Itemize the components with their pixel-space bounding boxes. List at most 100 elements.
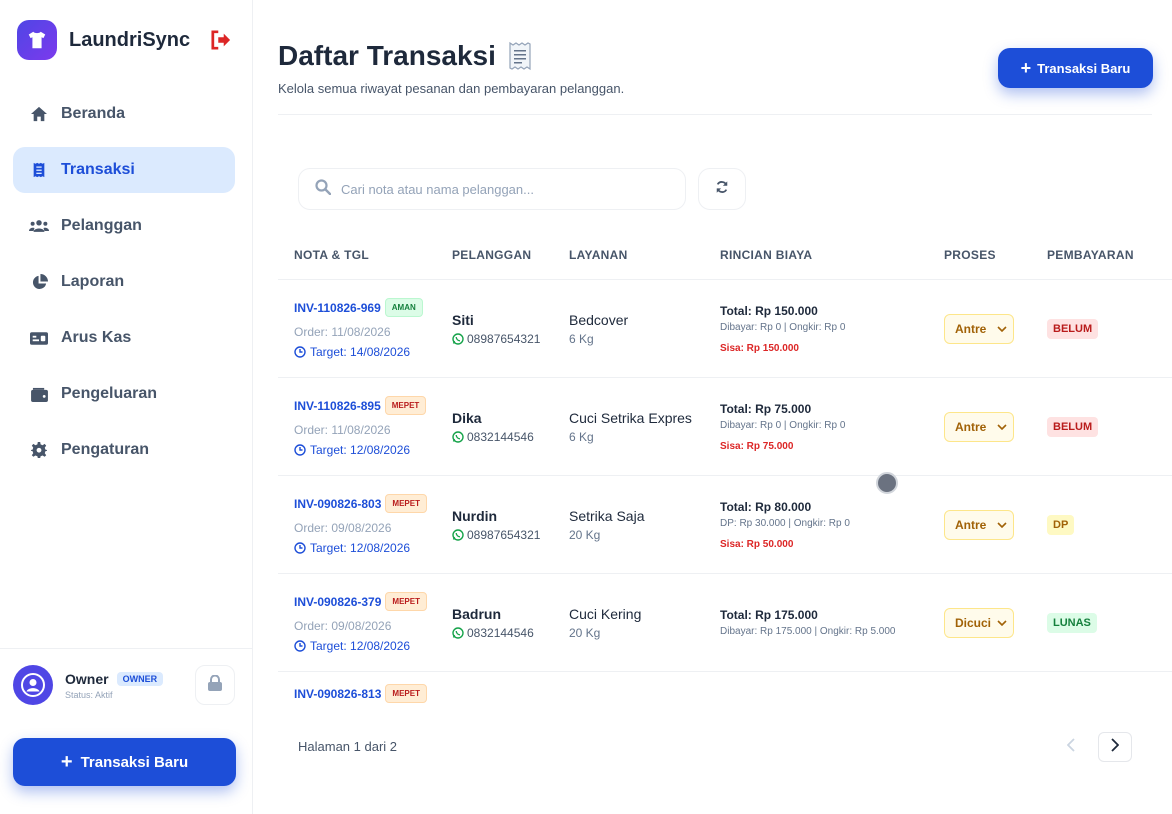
process-select[interactable]: Antre (944, 411, 1014, 442)
invoice-link[interactable]: INV-090826-379 (294, 595, 381, 609)
target-date-text: Target: 14/08/2026 (310, 345, 411, 359)
payment-status-badge: BELUM (1047, 416, 1099, 437)
process-select[interactable]: Dicuci (944, 607, 1014, 638)
total-amount: Total: Rp 80.000 (720, 499, 812, 514)
process-value: Antre (955, 419, 987, 434)
lock-button[interactable] (195, 665, 235, 705)
tshirt-icon (17, 20, 57, 60)
customer-phone-text: 0832144546 (467, 625, 534, 640)
sidebar-item-pengeluaran[interactable]: Pengeluaran (13, 371, 235, 417)
clock-icon (294, 346, 306, 358)
sidebar-item-laporan[interactable]: Laporan (13, 259, 235, 305)
payment-status-badge: DP (1047, 514, 1075, 535)
remaining-amount: Sisa: Rp 75.000 (720, 440, 794, 452)
search-input[interactable] (341, 181, 661, 197)
users-icon (29, 219, 49, 233)
clock-icon (294, 640, 306, 652)
new-transaction-label: Transaksi Baru (1037, 60, 1131, 76)
sidebar-new-transaction-button[interactable]: + Transaksi Baru (13, 738, 236, 786)
logout-icon[interactable] (210, 30, 232, 50)
total-amount: Total: Rp 150.000 (720, 303, 818, 318)
column-header: RINCIAN BIAYA (720, 247, 813, 262)
process-cell: Dicuci (944, 607, 1047, 638)
customer-cell: Nurdin 08987654321 (452, 508, 569, 542)
invoice-link[interactable]: INV-110826-895 (294, 399, 381, 413)
customer-phone[interactable]: 0832144546 (452, 626, 569, 640)
customer-phone-text: 08987654321 (467, 527, 541, 542)
user-profile: Owner OWNER Status: Aktif (13, 664, 235, 706)
sidebar-item-label: Arus Kas (61, 329, 132, 346)
sidebar-item-arus-kas[interactable]: Arus Kas (13, 315, 235, 361)
whatsapp-icon (452, 332, 464, 345)
paid-info: DP: Rp 30.000 | Ongkir: Rp 0 (720, 517, 850, 529)
remaining-amount: Sisa: Rp 150.000 (720, 342, 799, 354)
sidebar-item-label: Pengaturan (61, 441, 150, 458)
sidebar-item-pelanggan[interactable]: Pelanggan (13, 203, 235, 249)
service-cell: Cuci Setrika Expres 6 Kg (569, 410, 720, 444)
table-row[interactable]: INV-090826-803 MEPET Order: 09/08/2026 T… (278, 476, 1172, 574)
invoice-link[interactable]: INV-090826-813 (294, 687, 381, 701)
customer-name: Badrun (452, 605, 501, 622)
sidebar-item-beranda[interactable]: Beranda (13, 91, 235, 137)
home-icon (29, 106, 49, 122)
process-value: Antre (955, 517, 987, 532)
customer-phone[interactable]: 08987654321 (452, 332, 569, 346)
target-date-text: Target: 12/08/2026 (310, 639, 411, 653)
whatsapp-icon (452, 528, 464, 541)
sidebar-item-pengaturan[interactable]: Pengaturan (13, 427, 235, 473)
sidebar-item-label: Transaksi (61, 161, 135, 178)
app: LaundriSync Beranda Transaksi Pelanggan … (0, 0, 1172, 814)
order-date: Order: 09/08/2026 (294, 521, 392, 535)
sidebar-item-label: Beranda (61, 105, 126, 122)
invoice-line: INV-090826-379 MEPET (294, 592, 452, 611)
process-select[interactable]: Antre (944, 313, 1014, 344)
prev-page-button[interactable] (1056, 732, 1086, 762)
service-qty: 6 Kg (569, 331, 594, 346)
chevron-down-icon (997, 619, 1007, 626)
process-select[interactable]: Antre (944, 509, 1014, 540)
service-name: Cuci Kering (569, 605, 642, 622)
sidebar-item-transaksi[interactable]: Transaksi (13, 147, 235, 193)
service-qty: 20 Kg (569, 625, 601, 640)
service-cell: Bedcover 6 Kg (569, 312, 720, 346)
brand-name: LaundriSync (69, 28, 191, 51)
total-amount: Total: Rp 175.000 (720, 608, 818, 622)
next-page-button[interactable] (1098, 732, 1132, 762)
customer-name: Siti (452, 311, 474, 328)
customer-name: Nurdin (452, 507, 498, 524)
target-date: Target: 12/08/2026 (294, 443, 452, 457)
refresh-button[interactable] (698, 168, 746, 210)
invoice-cell: INV-110826-969 AMAN Order: 11/08/2026 Ta… (278, 298, 452, 359)
invoice-line: INV-110826-969 AMAN (294, 298, 452, 317)
invoice-link[interactable]: INV-110826-969 (294, 301, 381, 315)
paid-info: Dibayar: Rp 0 | Ongkir: Rp 0 (720, 419, 846, 431)
paid-info: Dibayar: Rp 0 | Ongkir: Rp 0 (720, 321, 846, 333)
column-header: PELANGGAN (452, 247, 532, 262)
sidebar-item-label: Pelanggan (61, 217, 142, 234)
sidebar-nav: Beranda Transaksi Pelanggan Laporan Arus… (0, 91, 252, 473)
user-name: Owner (65, 670, 109, 687)
header-divider (278, 114, 1152, 115)
table-row[interactable]: INV-090826-813 MEPET (278, 672, 1172, 711)
table-row[interactable]: INV-090826-379 MEPET Order: 09/08/2026 T… (278, 574, 1172, 672)
payment-status-badge: BELUM (1047, 318, 1099, 339)
gear-icon (29, 442, 49, 458)
invoice-link[interactable]: INV-090826-803 (294, 497, 381, 511)
table-row[interactable]: INV-110826-969 AMAN Order: 11/08/2026 Ta… (278, 280, 1172, 378)
customer-phone-text: 08987654321 (467, 331, 541, 346)
new-transaction-button[interactable]: + Transaksi Baru (998, 48, 1153, 88)
target-date: Target: 12/08/2026 (294, 639, 452, 653)
wallet-icon (29, 387, 49, 402)
process-value: Antre (955, 321, 987, 336)
table-row[interactable]: INV-110826-895 MEPET Order: 11/08/2026 T… (278, 378, 1172, 476)
customer-phone[interactable]: 08987654321 (452, 528, 569, 542)
sidebar-item-label: Laporan (61, 273, 125, 290)
process-cell: Antre (944, 509, 1047, 540)
main-content: Daftar Transaksi Kelola semua riwayat pe… (253, 0, 1172, 814)
customer-phone[interactable]: 0832144546 (452, 430, 569, 444)
customer-name: Dika (452, 409, 482, 426)
whatsapp-icon (452, 430, 464, 443)
search-box (298, 168, 686, 210)
invoice-line: INV-090826-813 MEPET (294, 684, 452, 703)
cost-cell: Total: Rp 80.000 DP: Rp 30.000 | Ongkir:… (720, 500, 944, 550)
